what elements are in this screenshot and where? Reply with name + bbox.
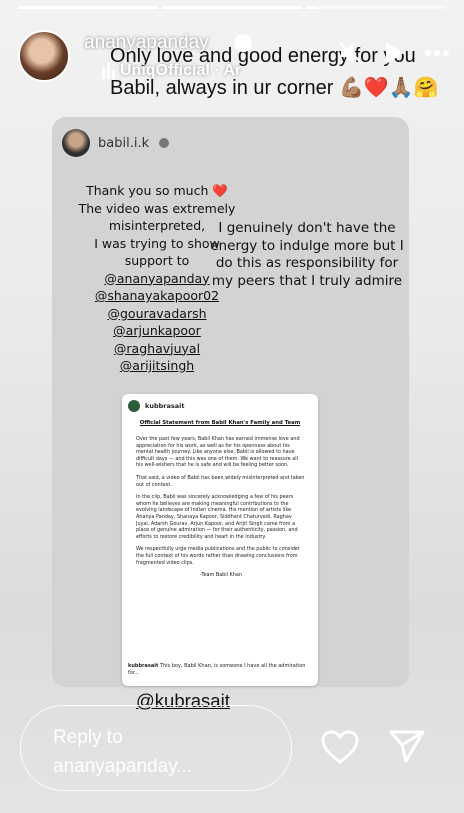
statement-paragraph: That said, a video of Babil has been wid… bbox=[136, 474, 305, 488]
username[interactable]: ananyapanday bbox=[84, 32, 209, 54]
statement-header: kubbrasait bbox=[128, 400, 184, 412]
story-progress bbox=[18, 6, 446, 9]
mention-arijitsingh[interactable]: @arijitsingh bbox=[52, 357, 262, 375]
mention-raghavjuyal[interactable]: @raghavjuyal bbox=[52, 340, 262, 358]
more-icon[interactable] bbox=[424, 49, 450, 57]
verified-icon bbox=[234, 34, 252, 52]
statement-caption: kubbrasait This boy, Babil Khan, is some… bbox=[128, 663, 310, 676]
statement-paragraph: In the clip, Babil was sincerely acknowl… bbox=[136, 494, 298, 540]
caption-username: kubbrasait bbox=[128, 663, 159, 669]
text-line: Thank you so much ❤️ bbox=[86, 183, 228, 198]
reply-placeholder: Reply to ananyapanday... bbox=[53, 723, 192, 781]
placeholder-line: Reply to bbox=[53, 727, 123, 748]
text-line: The video was extremely bbox=[78, 200, 236, 216]
statement-title: Official Statement from Babil Khan's Fam… bbox=[139, 420, 301, 426]
heart-icon[interactable] bbox=[320, 729, 360, 769]
mute-icon[interactable] bbox=[338, 41, 366, 65]
progress-segment bbox=[306, 6, 446, 9]
avatar[interactable] bbox=[18, 30, 70, 82]
mention-arjunkapoor[interactable]: @arjunkapoor bbox=[52, 322, 262, 340]
placeholder-line: ananyapanday... bbox=[53, 756, 193, 777]
reply-input[interactable]: Reply to ananyapanday... bbox=[20, 705, 292, 791]
statement-signature: -Team Babil Khan bbox=[200, 572, 242, 579]
progress-segment bbox=[162, 6, 302, 9]
story-header: ananyapanday UniqOfficial · Ar bbox=[18, 30, 450, 86]
statement-avatar bbox=[128, 400, 140, 412]
statement-post[interactable]: kubbrasait Official Statement from Babil… bbox=[122, 394, 318, 686]
statement-username: kubbrasait bbox=[145, 402, 185, 410]
music-icon bbox=[102, 63, 116, 79]
header-controls bbox=[338, 40, 450, 66]
play-icon[interactable] bbox=[384, 40, 406, 66]
send-icon[interactable] bbox=[388, 728, 426, 768]
shared-story-card[interactable]: babil.i.k Thank you so much ❤️ The video… bbox=[52, 117, 409, 687]
card-header: babil.i.k bbox=[62, 129, 170, 157]
progress-segment bbox=[18, 6, 158, 9]
responsibility-text: I genuinely don't have the energy to ind… bbox=[210, 220, 404, 289]
statement-paragraph: Over the past few years, Babil Khan has … bbox=[136, 436, 300, 469]
verified-icon bbox=[159, 138, 170, 148]
card-avatar bbox=[62, 129, 90, 157]
statement-body: Over the past few years, Babil Khan has … bbox=[136, 436, 306, 579]
statement-paragraph: We respectfully urge media publications … bbox=[136, 546, 300, 566]
card-username: babil.i.k bbox=[98, 135, 150, 151]
mention-gouravadarsh[interactable]: @gouravadarsh bbox=[52, 305, 262, 323]
music-attribution[interactable]: UniqOfficial · Ar bbox=[120, 62, 241, 80]
